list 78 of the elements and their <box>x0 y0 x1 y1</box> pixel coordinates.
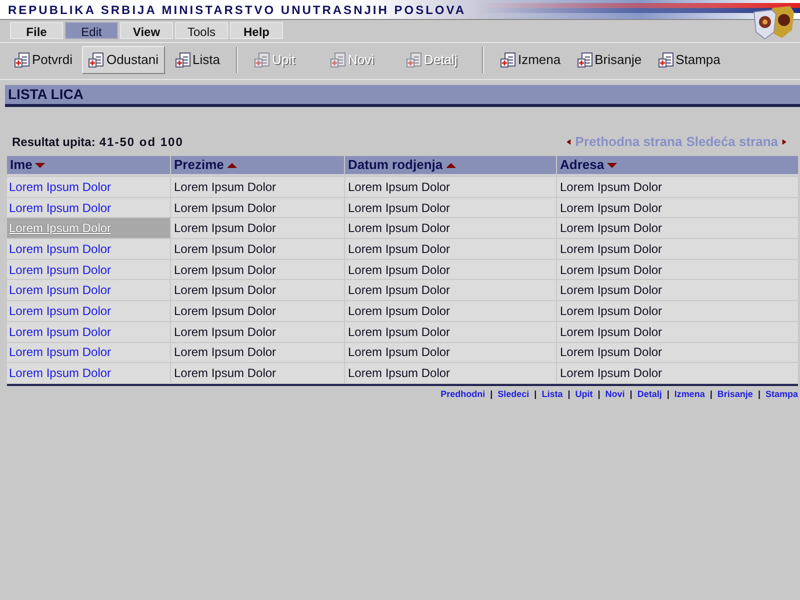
table-cell-text: Lorem Ipsum Dolor <box>348 344 450 362</box>
document-icon <box>406 52 422 68</box>
table-cell-text: Lorem Ipsum Dolor <box>348 324 450 341</box>
document-icon <box>14 52 30 68</box>
footer-link[interactable]: Predhodni <box>440 388 486 402</box>
column-header[interactable]: Prezime <box>171 156 344 176</box>
table-cell-text: Lorem Ipsum Dolor <box>348 262 450 279</box>
column-header[interactable]: Adresa <box>557 156 798 176</box>
menu-item[interactable]: File <box>10 22 63 39</box>
table-cell-text: Lorem Ipsum Dolor <box>560 200 662 217</box>
section-title: LISTA LICA <box>8 85 84 104</box>
window-title: REPUBLIKA SRBIJA MINISTARSTVO UNUTRASNJIH POSLOVA <box>8 2 466 18</box>
table-cell-text: Lorem Ipsum Dolor <box>174 365 276 382</box>
document-icon <box>658 52 674 68</box>
footer-link[interactable]: Brisanje <box>717 388 753 402</box>
previous-arrow-icon <box>565 137 574 147</box>
footer-link[interactable]: Upit <box>575 388 593 402</box>
link-separator: | <box>666 388 670 401</box>
table-cell-text: Lorem Ipsum Dolor <box>174 220 276 238</box>
table-cell-text: Lorem Ipsum Dolor <box>174 262 276 279</box>
menu-item[interactable]: Help <box>230 22 283 39</box>
table-cell-text: Lorem Ipsum Dolor <box>560 178 662 196</box>
link-separator: | <box>568 388 570 401</box>
table-cell-text: Lorem Ipsum Dolor <box>348 302 450 320</box>
menu-item[interactable]: Tools <box>175 22 228 39</box>
table-cell-text: Lorem Ipsum Dolor <box>560 220 662 238</box>
toolbar-button[interactable]: Odustani <box>82 46 165 74</box>
document-icon <box>500 52 516 68</box>
table-cell-text: Lorem Ipsum Dolor <box>348 200 450 217</box>
table-cell-text: Lorem Ipsum Dolor <box>560 262 662 279</box>
table-cell-text: Lorem Ipsum Dolor <box>560 344 662 362</box>
footer-link[interactable]: Novi <box>605 388 625 402</box>
link-separator: | <box>534 388 537 401</box>
toolbar-button[interactable]: Potvrdi <box>8 46 78 74</box>
document-icon <box>254 52 270 68</box>
document-icon <box>576 52 593 68</box>
next-arrow-icon <box>780 137 788 147</box>
footer-link[interactable]: Stampa <box>765 388 798 402</box>
table-cell-text: Lorem Ipsum Dolor <box>560 282 662 300</box>
toolbar-button[interactable]: Izmena <box>494 46 567 74</box>
toolbar-button[interactable]: Lista <box>168 46 226 74</box>
menu-item[interactable]: Edit <box>65 22 118 39</box>
link-separator: | <box>758 388 760 401</box>
table-cell-text: Lorem Ipsum Dolor <box>348 282 450 300</box>
result-range: 41-50 od 100 <box>99 134 184 151</box>
footer-link[interactable]: Sledeci <box>498 388 530 402</box>
table-cell-text: Lorem Ipsum Dolor <box>348 365 450 382</box>
link-separator: | <box>598 388 600 401</box>
table-cell-text: Lorem Ipsum Dolor <box>348 178 450 196</box>
footer-link[interactable]: Izmena <box>674 388 705 402</box>
table-cell-text: Lorem Ipsum Dolor <box>560 324 662 341</box>
result-label: Resultat upita: <box>12 134 96 151</box>
table-cell-text: Lorem Ipsum Dolor <box>560 365 662 382</box>
table-cell-text: Lorem Ipsum Dolor <box>174 344 276 362</box>
link-separator: | <box>710 388 712 401</box>
column-header[interactable]: Datum rodjenja <box>345 156 556 176</box>
table-cell-text: Lorem Ipsum Dolor <box>174 282 276 300</box>
table-cell-text: Lorem Ipsum Dolor <box>560 240 662 258</box>
toolbar-button[interactable]: Stampa <box>652 46 726 74</box>
table-cell-text: Lorem Ipsum Dolor <box>348 220 450 238</box>
table-cell-text: Lorem Ipsum Dolor <box>174 200 276 217</box>
document-icon <box>330 52 346 68</box>
footer-link[interactable]: Lista <box>542 388 563 402</box>
table-cell-text: Lorem Ipsum Dolor <box>174 178 276 196</box>
link-separator: | <box>630 388 632 401</box>
table-cell-text: Lorem Ipsum Dolor <box>174 302 276 320</box>
table-cell-text: Lorem Ipsum Dolor <box>174 240 276 258</box>
table-cell-text: Lorem Ipsum Dolor <box>174 324 276 341</box>
emblem-icon <box>752 4 796 40</box>
footer-link[interactable]: Detalj <box>637 388 662 402</box>
column-header[interactable]: Ime <box>7 156 170 176</box>
document-icon <box>174 52 191 68</box>
menu-item[interactable]: View <box>120 22 173 39</box>
link-separator: | <box>490 388 493 401</box>
toolbar-button[interactable]: Brisanje <box>570 46 648 74</box>
table-cell-text: Lorem Ipsum Dolor <box>560 302 662 320</box>
document-icon <box>88 52 104 68</box>
table-cell-text: Lorem Ipsum Dolor <box>348 240 450 258</box>
